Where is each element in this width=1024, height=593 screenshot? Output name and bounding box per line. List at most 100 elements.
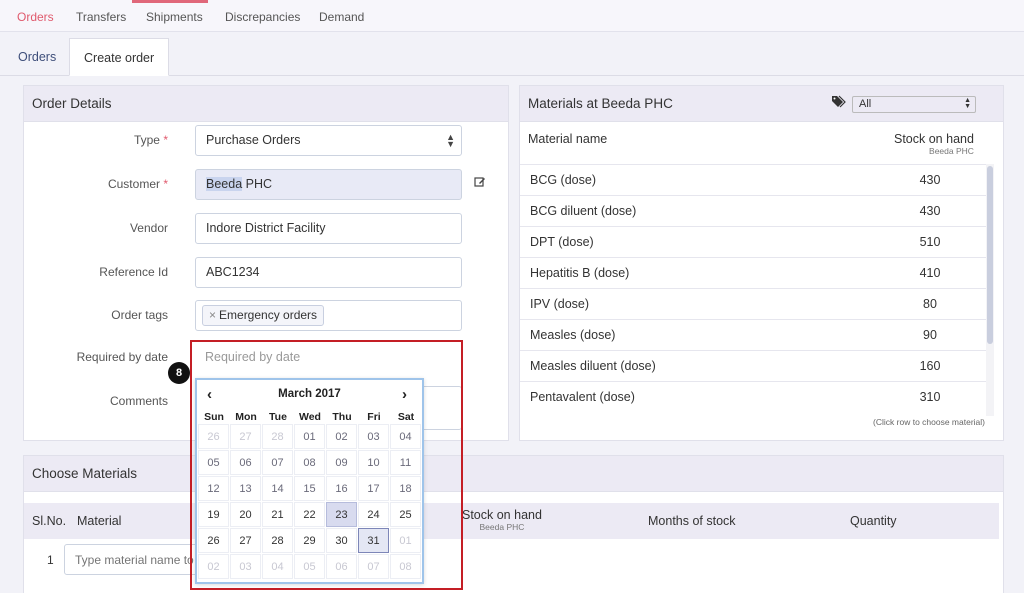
calendar-day[interactable]: 07 xyxy=(262,450,293,475)
calendar-day[interactable]: 22 xyxy=(294,502,325,527)
nav-shipments[interactable]: Shipments xyxy=(146,10,203,24)
nav-transfers[interactable]: Transfers xyxy=(76,10,126,24)
calendar-day[interactable]: 03 xyxy=(358,424,389,449)
comments-label: Comments xyxy=(109,394,168,408)
calendar-day[interactable]: 27 xyxy=(230,528,261,553)
nav-discrepancies[interactable]: Discrepancies xyxy=(225,10,300,24)
tags-icon xyxy=(832,95,846,108)
material-row[interactable]: BCG diluent (dose) 430 xyxy=(520,195,986,226)
top-nav-accent xyxy=(132,0,208,3)
vendor-field[interactable]: Indore District Facility xyxy=(195,213,462,244)
type-label: Type * xyxy=(133,133,168,147)
material-row[interactable]: BCG (dose) 430 xyxy=(520,164,986,195)
choose-materials-title: Choose Materials xyxy=(24,456,1003,492)
materials-scrollbar[interactable] xyxy=(986,164,994,416)
calendar-day[interactable]: 03 xyxy=(230,554,261,579)
calendar-day[interactable]: 02 xyxy=(326,424,357,449)
row-number: 1 xyxy=(47,553,54,567)
material-row[interactable]: Measles diluent (dose) 160 xyxy=(520,350,986,381)
calendar-day[interactable]: 01 xyxy=(390,528,421,553)
calendar-day[interactable]: 23 xyxy=(326,502,357,527)
materials-hint: (Click row to choose material) xyxy=(873,417,985,427)
calendar-day[interactable]: 16 xyxy=(326,476,357,501)
order-details-title: Order Details xyxy=(24,86,508,122)
type-select[interactable]: Purchase Orders ▲ ▼ xyxy=(195,125,462,156)
reference-id-field[interactable]: ABC1234 xyxy=(195,257,462,288)
calendar-day[interactable]: 26 xyxy=(198,528,229,553)
materials-panel: Materials at Beeda PHC All ▲ ▼ Material na… xyxy=(519,85,1004,441)
select-arrows-icon: ▲ ▼ xyxy=(446,132,455,149)
calendar-day[interactable]: 30 xyxy=(326,528,357,553)
calendar-day[interactable]: 19 xyxy=(198,502,229,527)
calendar-day[interactable]: 29 xyxy=(294,528,325,553)
calendar-day[interactable]: 20 xyxy=(230,502,261,527)
next-month-icon[interactable]: › xyxy=(402,386,407,403)
sub-tabs: Orders Create order xyxy=(0,38,1024,76)
calendar-day[interactable]: 26 xyxy=(198,424,229,449)
calendar-day[interactable]: 05 xyxy=(198,450,229,475)
order-tags-label: Order tags xyxy=(111,308,168,322)
weekday-label: Sat xyxy=(397,411,415,423)
tag-emergency-orders: × Emergency orders xyxy=(202,305,325,326)
col-stock-on-hand: Stock on hand Beeda PHC xyxy=(462,508,542,532)
weekday-label: Fri xyxy=(367,411,381,423)
weekday-label: Mon xyxy=(235,411,257,423)
calendar-day[interactable]: 08 xyxy=(390,554,421,579)
nav-demand[interactable]: Demand xyxy=(319,10,364,24)
calendar-day[interactable]: 09 xyxy=(326,450,357,475)
calendar-day[interactable]: 06 xyxy=(326,554,357,579)
datepicker: ‹ March 2017 › Sun Mon Tue Wed Thu Fri Sat 26 27… xyxy=(195,378,424,584)
col-stock-on-hand: Stock on hand Beeda PHC xyxy=(894,132,974,156)
calendar-day[interactable]: 12 xyxy=(198,476,229,501)
material-row[interactable]: Measles (dose) 90 xyxy=(520,319,986,350)
edit-icon[interactable] xyxy=(474,176,486,188)
material-row[interactable]: IPV (dose) 80 xyxy=(520,288,986,319)
col-material: Material xyxy=(77,514,122,528)
nav-orders[interactable]: Orders xyxy=(17,10,54,24)
calendar-day[interactable]: 24 xyxy=(358,502,389,527)
calendar-day[interactable]: 02 xyxy=(198,554,229,579)
calendar-day[interactable]: 17 xyxy=(358,476,389,501)
calendar-day[interactable]: 15 xyxy=(294,476,325,501)
material-filter-select[interactable]: All ▲ ▼ xyxy=(852,96,976,113)
customer-field[interactable]: Beeda PHC xyxy=(195,169,462,200)
top-nav: Orders Transfers Shipments Discrepancies… xyxy=(0,0,1024,32)
calendar-day[interactable]: 07 xyxy=(358,554,389,579)
materials-list: BCG (dose) 430 BCG diluent (dose) 430 DPT … xyxy=(520,164,986,419)
tag-remove-icon[interactable]: × xyxy=(209,308,216,322)
material-row[interactable]: DPT (dose) 510 xyxy=(520,226,986,257)
calendar-day[interactable]: 04 xyxy=(262,554,293,579)
tab-create-order[interactable]: Create order xyxy=(69,38,170,76)
calendar-day[interactable]: 10 xyxy=(358,450,389,475)
calendar-day[interactable]: 25 xyxy=(390,502,421,527)
required-by-date-label: Required by date xyxy=(76,350,168,364)
tab-orders[interactable]: Orders xyxy=(4,38,70,76)
choose-materials-panel: Choose Materials Sl.No. Material Stock o… xyxy=(23,455,1004,593)
vendor-label: Vendor xyxy=(129,221,168,235)
col-material-name: Material name xyxy=(528,132,608,146)
calendar-day[interactable]: 05 xyxy=(294,554,325,579)
calendar-day[interactable]: 13 xyxy=(230,476,261,501)
calendar-day[interactable]: 28 xyxy=(262,424,293,449)
calendar-day[interactable]: 04 xyxy=(390,424,421,449)
calendar-day[interactable]: 28 xyxy=(262,528,293,553)
order-tags-field[interactable]: × Emergency orders xyxy=(195,300,462,331)
calendar-day[interactable]: 27 xyxy=(230,424,261,449)
month-label[interactable]: March 2017 xyxy=(197,388,422,400)
material-name-input[interactable] xyxy=(64,544,204,575)
col-slno: Sl.No. xyxy=(32,514,67,528)
calendar-day[interactable]: 01 xyxy=(294,424,325,449)
calendar-day[interactable]: 21 xyxy=(262,502,293,527)
scrollbar-thumb[interactable] xyxy=(987,166,993,344)
material-row[interactable]: Hepatitis B (dose) 410 xyxy=(520,257,986,288)
weekday-label: Wed xyxy=(299,411,321,423)
col-months-of-stock: Months of stock xyxy=(648,514,736,528)
calendar-day[interactable]: 14 xyxy=(262,476,293,501)
calendar-day[interactable]: 31 xyxy=(358,528,389,553)
material-row[interactable]: Pentavalent (dose) 310 xyxy=(520,381,986,412)
calendar-day[interactable]: 06 xyxy=(230,450,261,475)
calendar-day[interactable]: 11 xyxy=(390,450,421,475)
calendar-day[interactable]: 18 xyxy=(390,476,421,501)
customer-label: Customer * xyxy=(107,177,168,191)
calendar-day[interactable]: 08 xyxy=(294,450,325,475)
